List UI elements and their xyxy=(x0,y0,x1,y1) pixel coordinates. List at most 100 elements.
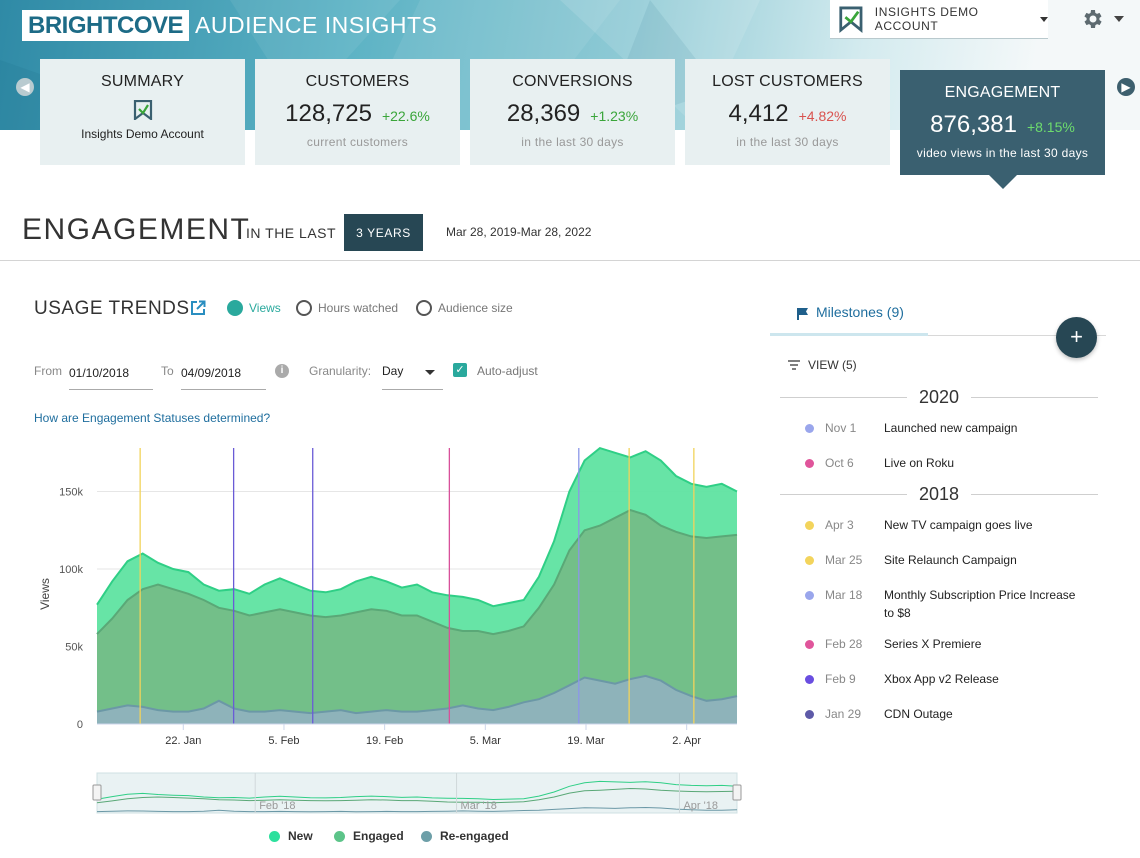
milestone-date: Mar 25 xyxy=(825,553,863,567)
milestone-text: Series X Premiere xyxy=(884,637,982,651)
usage-trends-chart[interactable]: 0 50k 100k 150k Views 22. Jan 5. Feb 19. Feb 5. … xyxy=(34,440,744,820)
radio-views[interactable]: Views xyxy=(227,300,281,316)
granularity-select[interactable]: Day xyxy=(382,353,443,390)
auto-adjust-checkbox[interactable]: ✓ xyxy=(453,363,467,377)
from-date-input[interactable] xyxy=(69,353,153,390)
navigator-right-handle[interactable] xyxy=(732,784,742,801)
granularity-value: Day xyxy=(382,364,404,378)
gear-icon[interactable] xyxy=(1080,7,1104,31)
brightcove-logo[interactable]: BRIGHTCOVE AUDIENCE INSIGHTS xyxy=(22,10,437,41)
card-subtitle: in the last 30 days xyxy=(521,135,624,149)
milestone-text: New TV campaign goes live xyxy=(884,518,1033,532)
milestone-dot xyxy=(805,459,814,468)
milestone-dot xyxy=(805,640,814,649)
milestone-date: Nov 1 xyxy=(825,421,857,435)
milestones-tab-label: Milestones (9) xyxy=(816,304,904,320)
milestone-text: Live on Roku xyxy=(884,456,955,470)
legend-item-new[interactable]: New xyxy=(269,829,313,843)
card-value: 876,381 xyxy=(930,111,1017,138)
card-account-name: Insights Demo Account xyxy=(81,127,204,141)
bookmark-icon xyxy=(133,100,152,120)
card-delta: +4.82% xyxy=(798,108,847,124)
usage-trends-title: USAGE TRENDS xyxy=(34,298,190,319)
radio-selected-icon xyxy=(227,300,243,316)
milestone-item[interactable]: Oct 6 Live on Roku xyxy=(805,456,1084,472)
add-milestone-button[interactable]: + xyxy=(1056,317,1097,358)
customers-card[interactable]: CUSTOMERS 128,725 +22.6% current custome… xyxy=(255,59,460,165)
logo-brand: BRIGHTCOVE xyxy=(22,10,190,41)
navigator-tick-label: Mar '18 xyxy=(461,800,497,812)
account-switcher[interactable]: INSIGHTS DEMO ACCOUNT xyxy=(830,0,1048,39)
legend-item-engaged[interactable]: Engaged xyxy=(334,829,404,843)
milestone-text: Xbox App v2 Release xyxy=(884,672,999,686)
milestone-item[interactable]: Mar 18 Monthly Subscription Price Increa… xyxy=(805,588,1084,622)
milestone-dot xyxy=(805,710,814,719)
auto-adjust-label: Auto-adjust xyxy=(477,364,538,378)
navigator-tick-label: Apr '18 xyxy=(683,800,718,812)
conversions-card[interactable]: CONVERSIONS 28,369 +1.23% in the last 30… xyxy=(470,59,675,165)
range-3-years-button[interactable]: 3 YEARS xyxy=(344,214,423,251)
y-tick-label: 100k xyxy=(59,564,83,576)
y-tick-label: 150k xyxy=(59,487,83,499)
milestone-dot xyxy=(805,556,814,565)
legend-swatch xyxy=(269,830,280,842)
chevron-down-icon xyxy=(425,370,435,375)
y-tick-label: 0 xyxy=(77,719,83,731)
in-the-last-label: IN THE LAST xyxy=(246,225,337,241)
legend-item-re-engaged[interactable]: Re-engaged xyxy=(421,829,509,843)
x-tick-label: 19. Mar xyxy=(567,735,605,747)
engagement-card[interactable]: ENGAGEMENT 876,381 +8.15% video views in… xyxy=(900,70,1105,189)
card-delta: +8.15% xyxy=(1026,119,1075,135)
settings-chevron-down-icon[interactable] xyxy=(1114,16,1124,22)
navigator-left-handle[interactable] xyxy=(92,784,102,801)
card-title: SUMMARY xyxy=(101,73,184,90)
carousel-next-button[interactable]: ▶ xyxy=(1117,78,1135,96)
legend-label: New xyxy=(288,829,313,843)
flag-icon xyxy=(797,308,808,320)
milestone-item[interactable]: Nov 1 Launched new campaign xyxy=(805,421,1084,437)
to-label: To xyxy=(161,364,174,378)
card-delta: +22.6% xyxy=(381,108,430,124)
engagement-status-help-link[interactable]: How are Engagement Statuses determined? xyxy=(34,411,270,425)
to-date-input[interactable] xyxy=(181,353,266,390)
milestone-date: Jan 29 xyxy=(825,707,862,721)
x-tick-label: 22. Jan xyxy=(165,735,201,747)
card-title: ENGAGEMENT xyxy=(944,84,1061,101)
info-icon[interactable]: i xyxy=(275,364,289,378)
section-divider xyxy=(0,260,1140,261)
year-label: 2018 xyxy=(918,483,960,504)
milestone-item[interactable]: Feb 9 Xbox App v2 Release xyxy=(805,672,1084,688)
radio-unselected-icon xyxy=(296,300,312,316)
card-subtitle: current customers xyxy=(306,135,409,149)
milestone-dot xyxy=(805,424,814,433)
card-title: CONVERSIONS xyxy=(512,73,633,90)
card-title: LOST CUSTOMERS xyxy=(712,73,863,90)
radio-audience-size[interactable]: Audience size xyxy=(416,300,513,316)
tab-milestones[interactable]: Milestones (9) xyxy=(770,304,928,336)
milestone-item[interactable]: Apr 3 New TV campaign goes live xyxy=(805,518,1084,534)
external-link-icon[interactable] xyxy=(190,300,206,316)
radio-label: Audience size xyxy=(438,301,513,315)
card-value: 4,412 xyxy=(728,100,789,127)
x-tick-label: 19. Feb xyxy=(366,735,403,747)
legend-swatch xyxy=(334,830,345,842)
account-bookmark-icon xyxy=(839,6,863,33)
carousel-prev-button[interactable]: ◀ xyxy=(16,78,34,96)
view-filter-label: VIEW (5) xyxy=(808,358,857,372)
milestone-item[interactable]: Feb 28 Series X Premiere xyxy=(805,637,1084,653)
lost-customers-card[interactable]: LOST CUSTOMERS 4,412 +4.82% in the last … xyxy=(685,59,890,165)
view-filter-button[interactable]: VIEW (5) xyxy=(788,358,857,372)
logo-product: AUDIENCE INSIGHTS xyxy=(195,12,438,38)
milestone-item[interactable]: Mar 25 Site Relaunch Campaign xyxy=(805,553,1084,569)
year-group-header: 2020 xyxy=(780,386,1099,407)
card-value: 128,725 xyxy=(285,100,372,127)
milestone-item[interactable]: Jan 29 CDN Outage xyxy=(805,707,1084,723)
legend-swatch xyxy=(421,830,432,842)
from-label: From xyxy=(34,364,62,378)
card-subtitle: in the last 30 days xyxy=(736,135,839,149)
summary-card[interactable]: SUMMARY Insights Demo Account xyxy=(40,59,245,165)
radio-hours-watched[interactable]: Hours watched xyxy=(296,300,398,316)
card-subtitle: video views in the last 30 days xyxy=(916,146,1089,160)
year-label: 2020 xyxy=(918,386,960,407)
filter-icon xyxy=(788,360,800,370)
